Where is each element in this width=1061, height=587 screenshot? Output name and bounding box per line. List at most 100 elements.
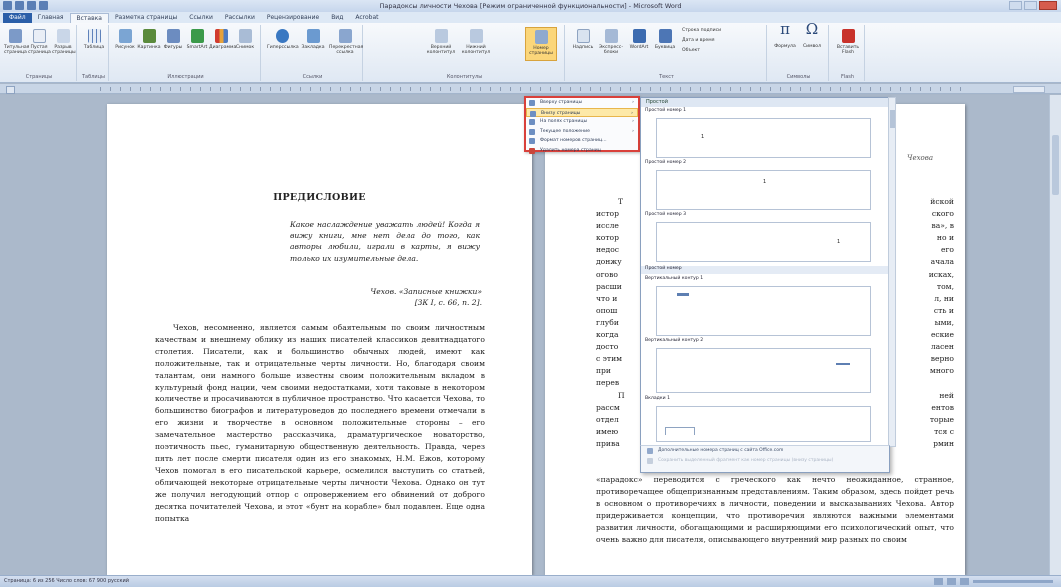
blank-page-button[interactable]: Пустая страница xyxy=(28,29,51,55)
text-fragment: досто xyxy=(596,342,619,352)
tab-review[interactable]: Рецензирование xyxy=(261,13,325,23)
picture-button[interactable]: Рисунок xyxy=(113,29,137,50)
cursor-position-icon xyxy=(529,128,535,135)
text-fragment: имею xyxy=(596,426,619,436)
page-number-button[interactable]: Номер страницы xyxy=(525,27,557,61)
page-number-menu: Вверху страницы › Внизу страницы › На поля… xyxy=(524,96,640,154)
tab-acrobat[interactable]: Acrobat xyxy=(349,13,384,23)
gallery-option-vertical-outline-1[interactable] xyxy=(656,286,871,336)
document-page-left[interactable]: ПРЕДИСЛОВИЕ Какое наслаждение уважать лю… xyxy=(107,104,532,575)
insert-flash-button[interactable]: Вставить Flash xyxy=(834,29,862,55)
tab-file[interactable]: Файл xyxy=(3,13,32,23)
menu-item-format-page-numbers[interactable]: Формат номеров страниц... xyxy=(526,136,638,146)
text-fragment: верно xyxy=(930,354,954,364)
equation-button[interactable]: π Формула xyxy=(772,22,798,50)
tab-view[interactable]: Вид xyxy=(325,13,349,23)
text-box-button[interactable]: Надпись xyxy=(571,29,595,50)
save-selection-as-page-number[interactable]: Сохранить выделенный фрагмент как номер … xyxy=(641,456,889,466)
date-time-button[interactable]: Дата и время xyxy=(682,38,762,43)
tab-references[interactable]: Ссылки xyxy=(183,13,219,23)
text-fragment: когда xyxy=(596,330,619,340)
epigraph-source: Чехов. «Записные книжки» [ЗК I, с. 66, п… xyxy=(370,287,482,307)
text-fragment: расши xyxy=(596,281,622,291)
omega-icon: Ω xyxy=(805,20,819,38)
gallery-scrollbar[interactable] xyxy=(888,97,896,447)
bookmark-button[interactable]: Закладка xyxy=(299,29,327,50)
office-online-icon xyxy=(647,448,653,454)
text-fragment: истор xyxy=(596,209,619,219)
text-fragment: ского xyxy=(931,209,954,219)
group-label: Иллюстрации xyxy=(167,74,204,80)
page-break-button[interactable]: Разрыв страницы xyxy=(52,29,76,55)
signature-line-button[interactable]: Строка подписи xyxy=(682,28,762,33)
page-top-icon xyxy=(529,100,535,106)
tab-insert[interactable]: Вставка xyxy=(69,13,109,23)
cover-page-button[interactable]: Титульная страница xyxy=(4,29,29,55)
more-page-numbers-link[interactable]: Дополнительные номера страниц с сайта Of… xyxy=(641,446,889,456)
group-text: Надпись Экспресс-блоки WordArt Буквица С… xyxy=(567,25,767,81)
text-fragment xyxy=(908,377,954,389)
tab-mailings[interactable]: Рассылки xyxy=(219,13,261,23)
symbol-button[interactable]: Ω Символ xyxy=(799,20,825,50)
group-links: Гиперссылка Закладка Перекрестная ссылка… xyxy=(263,25,363,81)
vertical-scrollbar[interactable] xyxy=(1049,95,1061,575)
full-screen-view-icon[interactable] xyxy=(947,578,956,585)
chart-button[interactable]: Диаграмма xyxy=(209,29,236,50)
zoom-slider[interactable] xyxy=(973,580,1053,583)
gallery-option-tabs-1[interactable] xyxy=(656,406,871,442)
gallery-option-plain-number-1[interactable]: 1 xyxy=(656,118,871,158)
menu-item-bottom-of-page[interactable]: Внизу страницы › xyxy=(526,107,638,117)
text-fragment: его xyxy=(940,245,954,255)
print-layout-view-icon[interactable] xyxy=(934,578,943,585)
horizontal-ruler[interactable] xyxy=(0,84,1061,94)
menu-item-top-of-page[interactable]: Вверху страницы › xyxy=(526,98,638,108)
close-button[interactable] xyxy=(1039,1,1057,10)
gallery-option-vertical-outline-2[interactable] xyxy=(656,348,871,393)
body-text-continued: «парадокс» переводится с греческого как … xyxy=(596,475,954,544)
footer-button[interactable]: Нижний колонтитул xyxy=(460,29,492,55)
gallery-option-plain-number-3[interactable]: 1 xyxy=(656,222,871,262)
menu-item-current-position[interactable]: Текущее положение › xyxy=(526,127,638,137)
gallery-category-label: Простой номер xyxy=(641,266,891,274)
text-fragment: с этим xyxy=(596,354,623,364)
object-button[interactable]: Объект xyxy=(682,48,762,53)
text-fragment: ыми, xyxy=(934,317,954,327)
group-label: Страницы xyxy=(25,74,53,80)
window-controls xyxy=(1009,1,1057,10)
running-header: Чехова xyxy=(907,154,933,162)
screenshot-button[interactable]: Снимок xyxy=(233,29,257,50)
gallery-option-plain-number-2[interactable]: 1 xyxy=(656,170,871,210)
text-fragment: что и xyxy=(596,293,618,303)
view-ruler-button[interactable] xyxy=(1013,86,1045,93)
maximize-button[interactable] xyxy=(1024,1,1037,10)
hyperlink-button[interactable]: Гиперссылка xyxy=(267,29,299,50)
tab-home[interactable]: Главная xyxy=(32,13,70,23)
gallery-section-label: Вертикальный контур 1 xyxy=(645,276,704,281)
group-label: Текст xyxy=(659,74,674,80)
wordart-button[interactable]: WordArt xyxy=(627,29,651,50)
text-fragment: котор xyxy=(596,233,619,243)
clip-art-button[interactable]: Картинка xyxy=(137,29,161,50)
group-symbols: π Формула Ω Символ Символы xyxy=(769,20,829,81)
menu-item-page-margins[interactable]: На полях страницы › xyxy=(526,117,638,127)
text-fragment: прива xyxy=(596,438,620,448)
quick-parts-button[interactable]: Экспресс-блоки xyxy=(597,29,625,55)
group-label: Символы xyxy=(786,74,811,80)
gallery-section-label: Простой номер 2 xyxy=(645,160,687,165)
gallery-scroll-thumb[interactable] xyxy=(890,110,895,128)
minimize-button[interactable] xyxy=(1009,1,1022,10)
cross-reference-button[interactable]: Перекрестная ссылка xyxy=(329,29,363,55)
header-button[interactable]: Верхний колонтитул xyxy=(425,29,457,55)
drop-cap-button[interactable]: Буквица xyxy=(653,29,677,50)
smartart-button[interactable]: SmartArt xyxy=(185,29,209,50)
menu-item-remove-page-numbers[interactable]: Удалить номера страниц xyxy=(526,146,638,156)
group-illustrations: Рисунок Картинка Фигуры SmartArt Диаграм… xyxy=(111,25,261,81)
scroll-thumb[interactable] xyxy=(1052,135,1059,195)
group-label: Flash xyxy=(840,74,855,80)
ruler-toggle-button[interactable] xyxy=(6,86,15,94)
web-layout-view-icon[interactable] xyxy=(960,578,969,585)
shapes-button[interactable]: Фигуры xyxy=(161,29,185,50)
text-fragment: опош xyxy=(596,305,618,315)
tab-page-layout[interactable]: Разметка страницы xyxy=(109,13,183,23)
table-button[interactable]: Таблица xyxy=(82,29,106,50)
